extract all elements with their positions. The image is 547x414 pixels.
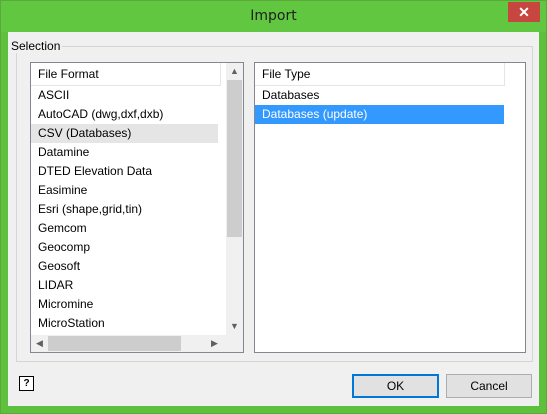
file-type-items: Databases Databases (update) [255,86,504,124]
scroll-right-icon[interactable]: ▶ [206,335,223,352]
file-format-list[interactable]: File Format ASCII AutoCAD (dwg,dxf,dxb) … [30,62,244,353]
selection-label: Selection [9,39,63,53]
scrollbar-corner [226,335,243,352]
list-item[interactable]: Geosoft [31,257,218,276]
file-format-header[interactable]: File Format [31,63,221,86]
cancel-button[interactable]: Cancel [446,374,532,398]
file-type-header[interactable]: File Type [255,63,505,86]
list-item-selected[interactable]: Databases (update) [255,105,504,124]
list-item-selected[interactable]: CSV (Databases) [31,124,218,143]
import-dialog: Import ✕ Selection File Format ASCII Aut… [0,0,547,414]
list-item[interactable]: Esri (shape,grid,tin) [31,200,218,219]
list-item[interactable]: LIDAR [31,276,218,295]
scroll-up-icon[interactable]: ▲ [226,63,243,80]
close-button[interactable]: ✕ [508,2,540,22]
list-item[interactable]: Databases [255,86,504,105]
list-item[interactable]: AutoCAD (dwg,dxf,dxb) [31,105,218,124]
file-type-list[interactable]: File Type Databases Databases (update) [254,62,526,353]
help-icon[interactable]: ? [19,376,34,391]
list-item[interactable]: Easimine [31,181,218,200]
horizontal-scroll-thumb[interactable] [48,336,181,351]
horizontal-scrollbar[interactable]: ◀ ▶ [31,335,226,352]
dialog-body: Selection File Format ASCII AutoCAD (dwg… [8,32,539,406]
list-item[interactable]: Geocomp [31,238,218,257]
list-item[interactable]: MicroStation [31,314,218,333]
list-item[interactable]: Datamine [31,143,218,162]
list-item[interactable]: ASCII [31,86,218,105]
scroll-down-icon[interactable]: ▼ [226,318,243,335]
title-bar[interactable]: Import ✕ [1,1,546,32]
list-item[interactable]: Gemcom [31,219,218,238]
close-icon: ✕ [518,4,530,20]
ok-button[interactable]: OK [352,374,439,398]
vertical-scrollbar[interactable]: ▲ ▼ [226,63,243,335]
scroll-left-icon[interactable]: ◀ [31,335,48,352]
list-item[interactable]: DTED Elevation Data [31,162,218,181]
file-format-items: ASCII AutoCAD (dwg,dxf,dxb) CSV (Databas… [31,86,218,333]
window-title: Import [250,8,297,24]
vertical-scroll-thumb[interactable] [227,80,242,237]
list-item[interactable]: Micromine [31,295,218,314]
